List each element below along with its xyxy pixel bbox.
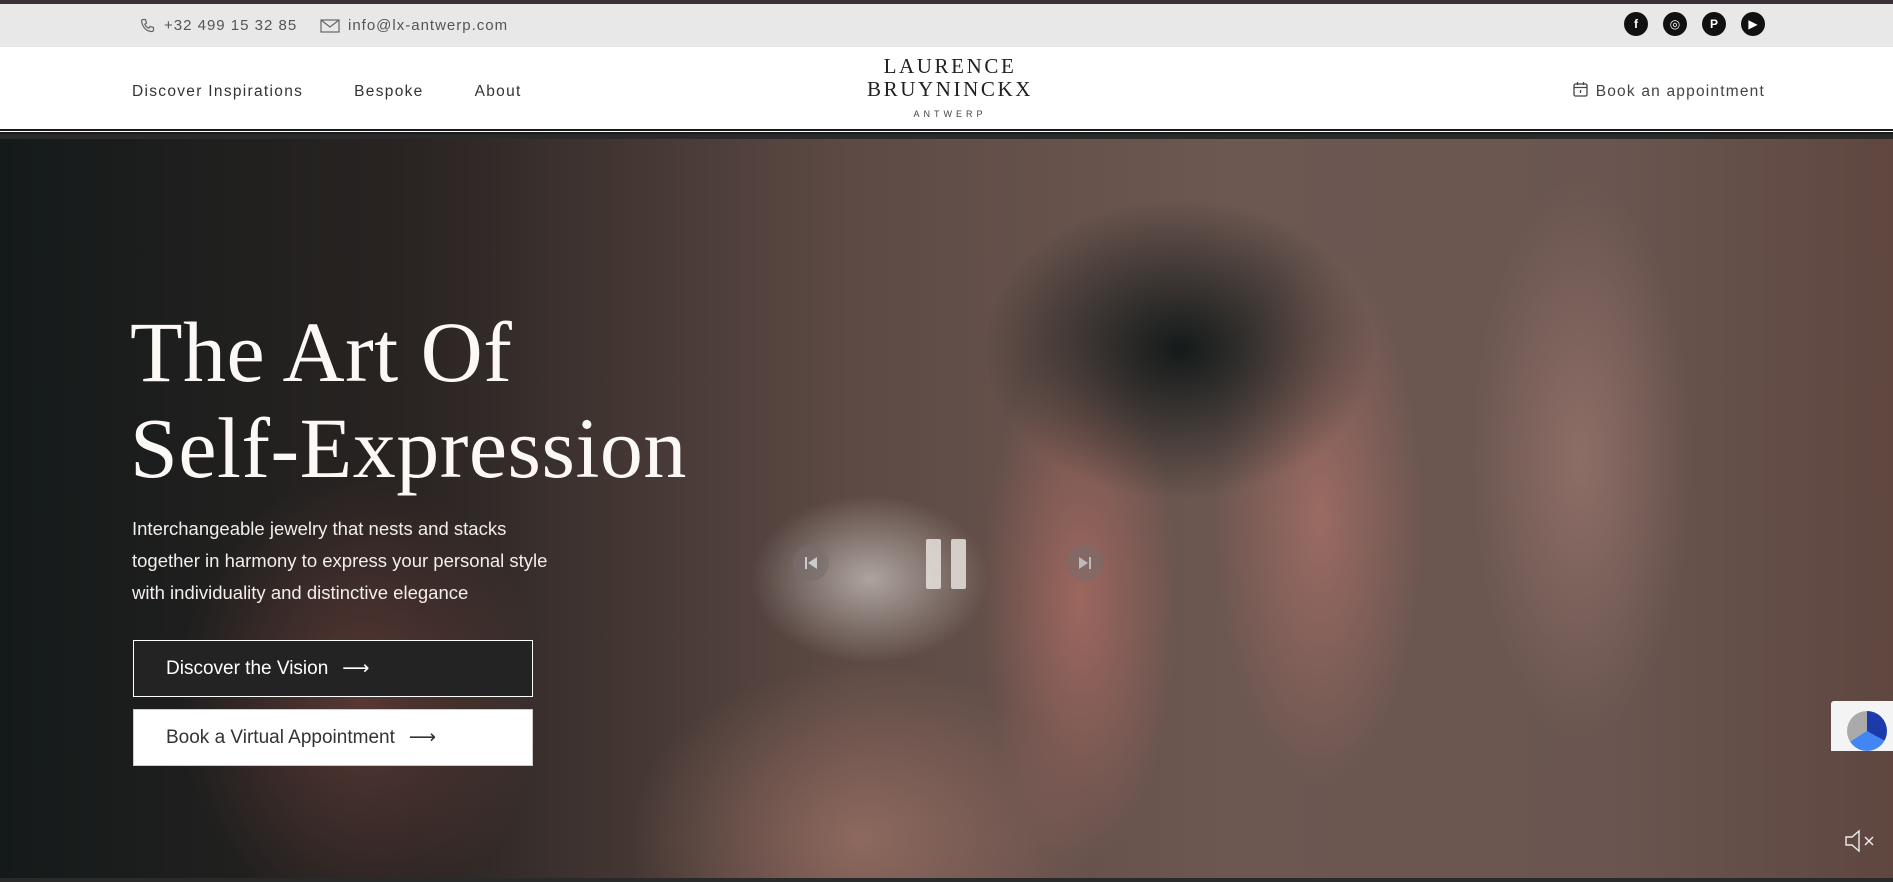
book-virtual-appointment-button[interactable]: Book a Virtual Appointment ⟶ — [133, 709, 533, 766]
main-nav: Discover Inspirations Bespoke About — [132, 83, 522, 101]
skip-forward-icon — [1079, 557, 1091, 569]
book-virtual-appointment-label: Book a Virtual Appointment — [166, 726, 395, 748]
pause-icon-bar-left — [926, 539, 941, 589]
nav-discover-inspirations[interactable]: Discover Inspirations — [132, 83, 303, 101]
hero-title-line-1: The Art Of — [130, 304, 513, 400]
pause-icon-bar-right — [951, 539, 966, 589]
top-contact-bar: +32 499 15 32 85 info@lx-antwerp.com f ◎… — [0, 4, 1893, 47]
calendar-icon — [1573, 81, 1588, 102]
arrow-right-icon: ⟶ — [342, 658, 370, 679]
nav-about[interactable]: About — [475, 83, 522, 101]
hero-video-section: The Art Of Self-Expression Interchangeab… — [0, 139, 1893, 878]
instagram-icon[interactable]: ◎ — [1663, 12, 1687, 36]
phone-contact[interactable]: +32 499 15 32 85 — [140, 4, 297, 47]
hero-title: The Art Of Self-Expression — [130, 304, 687, 496]
logo-line-2: BRUYNINCKX — [866, 77, 1033, 101]
youtube-icon[interactable]: ▶ — [1741, 12, 1765, 36]
video-previous-button[interactable] — [793, 545, 829, 581]
arrow-right-icon: ⟶ — [408, 727, 437, 748]
brand-logo[interactable]: LAURENCE BRUYNINCKX ANTWERP — [850, 54, 1050, 120]
book-appointment-link[interactable]: Book an appointment — [1573, 81, 1765, 102]
phone-icon — [140, 18, 156, 34]
logo-subtitle: ANTWERP — [913, 109, 987, 119]
recaptcha-badge[interactable] — [1831, 701, 1893, 751]
bottom-line — [0, 878, 1893, 882]
book-appointment-label: Book an appointment — [1595, 82, 1765, 100]
phone-number: +32 499 15 32 85 — [164, 17, 298, 34]
pinterest-icon[interactable]: P — [1702, 12, 1726, 36]
discover-vision-label: Discover the Vision — [166, 657, 329, 679]
discover-vision-button[interactable]: Discover the Vision ⟶ — [133, 640, 533, 697]
speaker-muted-icon — [1845, 829, 1874, 853]
email-contact[interactable]: info@lx-antwerp.com — [320, 4, 508, 47]
hero-title-line-2: Self-Expression — [130, 400, 687, 496]
logo-line-1: LAURENCE — [883, 54, 1017, 78]
video-next-button[interactable] — [1067, 545, 1103, 581]
mail-icon — [320, 18, 340, 33]
facebook-icon[interactable]: f — [1624, 12, 1648, 36]
social-links: f ◎ P ▶ — [1624, 12, 1765, 36]
video-pause-button[interactable] — [926, 539, 972, 589]
recaptcha-icon — [1847, 711, 1887, 751]
skip-back-icon — [805, 557, 817, 569]
site-header: Discover Inspirations Bespoke About LAUR… — [0, 47, 1893, 134]
hero-subtitle: Interchangeable jewelry that nests and s… — [132, 518, 548, 603]
email-address: info@lx-antwerp.com — [348, 17, 509, 34]
mute-toggle[interactable] — [1843, 826, 1879, 856]
nav-bespoke[interactable]: Bespoke — [354, 83, 423, 101]
